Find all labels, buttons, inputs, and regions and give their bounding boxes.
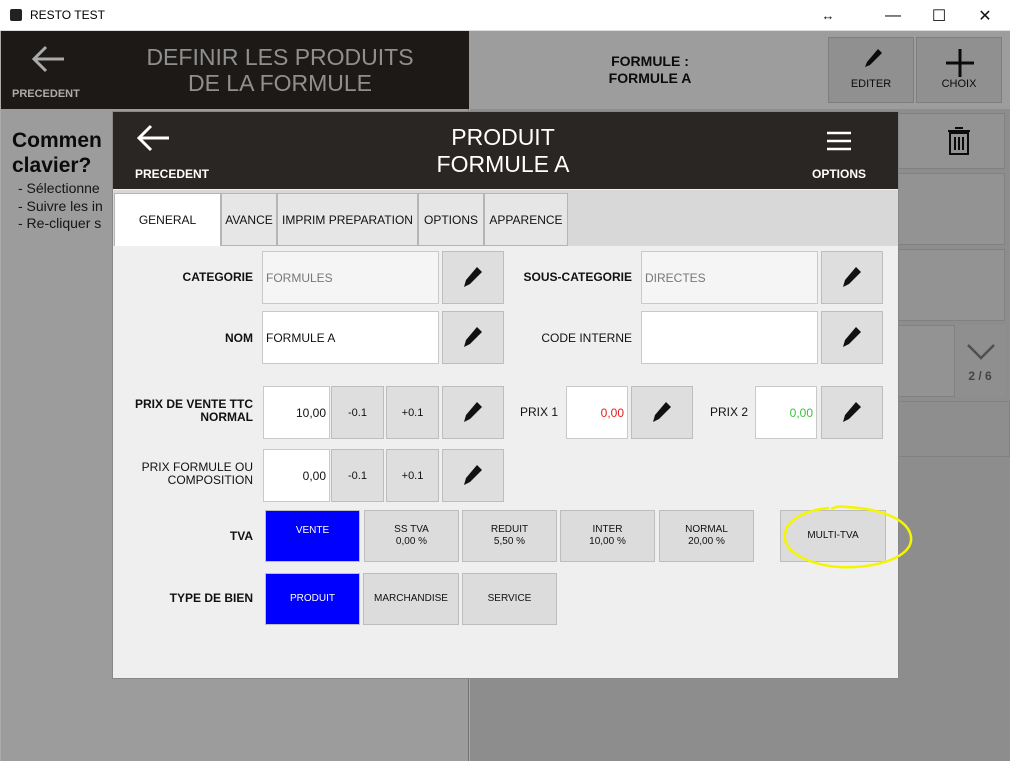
dialog-back-arrow-icon[interactable] bbox=[135, 122, 171, 159]
prix-vente-edit-button[interactable] bbox=[442, 386, 504, 439]
resize-icon[interactable]: ↔ bbox=[805, 0, 851, 31]
categorie-edit-button[interactable] bbox=[442, 251, 504, 304]
prix-formule-label-line2: COMPOSITION bbox=[167, 473, 253, 487]
pencil-icon bbox=[464, 401, 482, 422]
pencil-icon bbox=[464, 464, 482, 485]
type-bien-label: TYPE DE BIEN bbox=[169, 591, 253, 605]
tva-option-line2: 0,00 % bbox=[395, 536, 428, 547]
nom-edit-button[interactable] bbox=[442, 311, 504, 364]
tva-option-line2: 5,50 % bbox=[493, 536, 526, 547]
prix-vente-label: PRIX DE VENTE TTC NORMAL bbox=[123, 398, 253, 424]
highlight-circle-annotation bbox=[783, 505, 913, 569]
tva-option-line1: VENTE bbox=[295, 525, 330, 536]
prix1-edit-button[interactable] bbox=[631, 386, 693, 439]
pencil-icon bbox=[464, 266, 482, 287]
pencil-icon bbox=[843, 326, 861, 347]
minimize-button[interactable]: — bbox=[870, 0, 916, 31]
dialog-back-label[interactable]: PRECEDENT bbox=[135, 167, 209, 181]
code-interne-edit-button[interactable] bbox=[821, 311, 883, 364]
code-interne-label: CODE INTERNE bbox=[541, 331, 632, 345]
maximize-button[interactable]: ☐ bbox=[916, 0, 962, 31]
tva-option-line1: REDUIT bbox=[490, 524, 529, 535]
pencil-icon bbox=[464, 326, 482, 347]
tab-general[interactable]: GENERAL bbox=[114, 193, 221, 246]
categorie-field[interactable]: FORMULES bbox=[262, 251, 439, 304]
tva-option-inter[interactable]: INTER 10,00 % bbox=[560, 510, 655, 562]
pencil-icon bbox=[653, 401, 671, 422]
tva-option-line1: SS TVA bbox=[394, 524, 429, 535]
prix-formule-plus-button[interactable]: +0.1 bbox=[386, 449, 439, 502]
dialog-title: PRODUIT FORMULE A bbox=[353, 124, 653, 178]
dialog-options-label[interactable]: OPTIONS bbox=[801, 167, 877, 181]
prix-vente-plus-button[interactable]: +0.1 bbox=[386, 386, 439, 439]
tab-apparence[interactable]: APPARENCE bbox=[484, 193, 568, 246]
tva-option-line1: NORMAL bbox=[685, 524, 728, 535]
tva-option-reduit[interactable]: REDUIT 5,50 % bbox=[462, 510, 557, 562]
tab-avance[interactable]: AVANCE bbox=[221, 193, 277, 246]
tva-option-line2: 20,00 % bbox=[688, 536, 725, 547]
hamburger-menu-icon[interactable] bbox=[826, 130, 852, 157]
prix-formule-label: PRIX FORMULE OU COMPOSITION bbox=[123, 461, 253, 487]
pencil-icon bbox=[843, 266, 861, 287]
sous-categorie-edit-button[interactable] bbox=[821, 251, 883, 304]
prix2-label: PRIX 2 bbox=[709, 405, 748, 419]
prix-formule-field[interactable]: 0,00 bbox=[263, 449, 330, 502]
prix2-field[interactable]: 0,00 bbox=[755, 386, 817, 439]
tva-option-line1: INTER bbox=[592, 524, 623, 535]
sous-categorie-label: SOUS-CATEGORIE bbox=[523, 270, 632, 284]
tva-option-line2: 10,00 % bbox=[589, 536, 626, 547]
sous-categorie-field[interactable]: DIRECTES bbox=[641, 251, 818, 304]
categorie-label: CATEGORIE bbox=[182, 270, 253, 284]
prix1-field[interactable]: 0,00 bbox=[566, 386, 628, 439]
tab-options[interactable]: OPTIONS bbox=[418, 193, 484, 246]
prix-vente-field[interactable]: 10,00 bbox=[263, 386, 330, 439]
tva-label: TVA bbox=[229, 529, 253, 543]
code-interne-field[interactable] bbox=[641, 311, 818, 364]
window-title: RESTO TEST bbox=[30, 8, 105, 22]
product-dialog: PRECEDENT PRODUIT FORMULE A OPTIONS GENE… bbox=[112, 111, 913, 679]
tva-option-normal[interactable]: NORMAL 20,00 % bbox=[659, 510, 754, 562]
type-bien-produit[interactable]: PRODUIT bbox=[265, 573, 360, 625]
app-icon bbox=[10, 9, 22, 21]
dialog-title-line2: FORMULE A bbox=[436, 151, 570, 177]
tva-option-vente[interactable]: VENTE bbox=[265, 510, 360, 562]
window-titlebar bbox=[0, 0, 1010, 31]
prix-vente-minus-button[interactable]: -0.1 bbox=[331, 386, 384, 439]
prix-formule-edit-button[interactable] bbox=[442, 449, 504, 502]
pencil-icon bbox=[843, 401, 861, 422]
prix1-label: PRIX 1 bbox=[519, 405, 558, 419]
prix-formule-minus-button[interactable]: -0.1 bbox=[331, 449, 384, 502]
tva-option-ss-tva[interactable]: SS TVA 0,00 % bbox=[364, 510, 459, 562]
tab-bar: GENERAL AVANCE IMPRIM PREPARATION OPTION… bbox=[113, 190, 898, 246]
dialog-title-line1: PRODUIT bbox=[451, 124, 555, 150]
type-bien-service[interactable]: SERVICE bbox=[462, 573, 557, 625]
type-bien-marchandise[interactable]: MARCHANDISE bbox=[363, 573, 459, 625]
prix2-edit-button[interactable] bbox=[821, 386, 883, 439]
tab-imprim-preparation[interactable]: IMPRIM PREPARATION bbox=[277, 193, 418, 246]
nom-label: NOM bbox=[225, 331, 253, 345]
prix-vente-label-line2: NORMAL bbox=[200, 410, 253, 424]
close-button[interactable]: ✕ bbox=[962, 0, 1008, 31]
nom-field[interactable]: FORMULE A bbox=[262, 311, 439, 364]
